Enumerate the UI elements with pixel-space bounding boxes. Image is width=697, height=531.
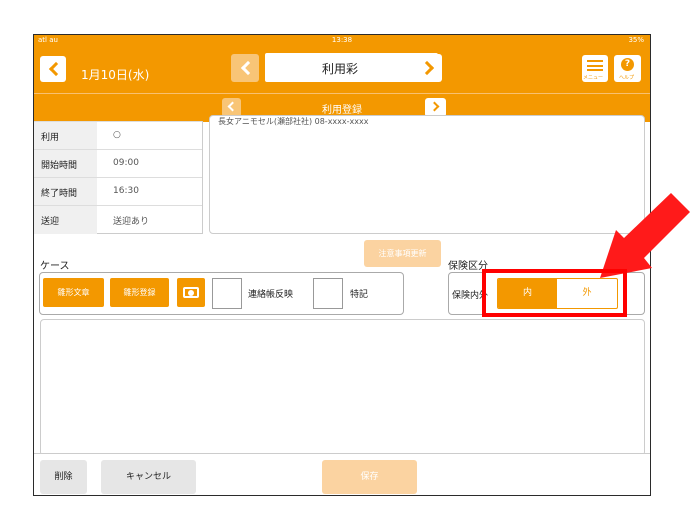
help-label: ヘルプ — [619, 75, 635, 81]
cancel-button[interactable]: キャンセル — [101, 460, 196, 494]
help-glyph: ? — [624, 59, 631, 69]
app-frame: atl au 13:38 35% 1月10日(水) 利用彩 メニュー ? ヘルプ — [33, 34, 651, 496]
next-user-button[interactable] — [414, 54, 442, 82]
menu-label: メニュー — [583, 75, 604, 81]
user-select[interactable]: 利用彩 — [265, 53, 438, 82]
user-select-value: 利用彩 — [321, 62, 358, 76]
memo-box[interactable]: 長女アニモセル(瀬部社社) 08-xxxx-xxxx — [209, 115, 645, 234]
special-note-label: 特記 — [350, 290, 369, 300]
info-value[interactable]: 送迎あり — [113, 214, 149, 227]
top-nav: 1月10日(水) 利用彩 メニュー ? ヘルプ — [34, 47, 650, 93]
contact-book-label: 連絡帳反映 — [248, 290, 294, 300]
contact-book-checkbox[interactable] — [212, 278, 242, 309]
camera-lens — [188, 290, 194, 296]
info-label: 利用 — [34, 122, 97, 150]
prev-user-button[interactable] — [231, 54, 259, 82]
footer-bar: 削除 キャンセル 保存 — [34, 453, 650, 495]
chevron-left-icon — [240, 60, 256, 76]
menu-button[interactable]: メニュー — [582, 55, 608, 82]
template-text-button[interactable]: 雛形文章 — [43, 278, 104, 307]
special-note-checkbox[interactable] — [313, 278, 343, 309]
info-value[interactable]: 16:30 — [113, 186, 139, 196]
memo-text: 長女アニモセル(瀬部社社) 08-xxxx-xxxx — [218, 117, 369, 126]
note-update-button[interactable]: 注意事項更新 — [364, 240, 441, 267]
info-row-transport: 送迎 送迎あり — [34, 205, 202, 234]
template-register-button[interactable]: 雛形登録 — [110, 278, 169, 307]
info-row-usage: 利用 ○ — [34, 121, 202, 150]
chevron-right-icon — [429, 101, 440, 112]
chevron-right-icon — [419, 60, 435, 76]
help-button[interactable]: ? ヘルプ — [614, 55, 641, 82]
visit-info-table: 利用 ○ 開始時間 09:00 終了時間 16:30 送迎 送迎あり — [34, 121, 203, 234]
save-button[interactable]: 保存 — [322, 460, 417, 494]
info-value[interactable]: 09:00 — [113, 158, 139, 168]
prev-day-button[interactable] — [40, 56, 66, 82]
case-label: ケース — [40, 261, 70, 272]
camera-button[interactable] — [177, 278, 205, 307]
info-label-text: 終了時間 — [41, 189, 78, 199]
info-label: 終了時間 — [34, 178, 97, 206]
info-value[interactable]: ○ — [113, 130, 121, 140]
case-record-textarea[interactable] — [40, 319, 645, 456]
annotation-highlight-box — [482, 269, 627, 317]
hamburger-middle-bar — [587, 65, 603, 67]
clock-text: 13:38 — [331, 36, 353, 44]
status-bar: atl au 13:38 35% — [34, 35, 650, 47]
battery-text: 35% — [628, 36, 644, 44]
info-row-start: 開始時間 09:00 — [34, 149, 202, 178]
info-label: 開始時間 — [34, 150, 97, 178]
info-row-end: 終了時間 16:30 — [34, 177, 202, 206]
delete-button[interactable]: 削除 — [40, 460, 87, 494]
date-title: 1月10日(水) — [81, 68, 150, 82]
info-label-text: 送迎 — [41, 217, 60, 227]
info-label-text: 開始時間 — [41, 161, 78, 171]
info-label: 送迎 — [34, 206, 97, 234]
info-label-text: 利用 — [41, 133, 60, 143]
sub-nav-title: 利用登録 — [322, 105, 362, 116]
chevron-left-icon — [48, 61, 64, 77]
help-icon: ? — [621, 58, 634, 71]
